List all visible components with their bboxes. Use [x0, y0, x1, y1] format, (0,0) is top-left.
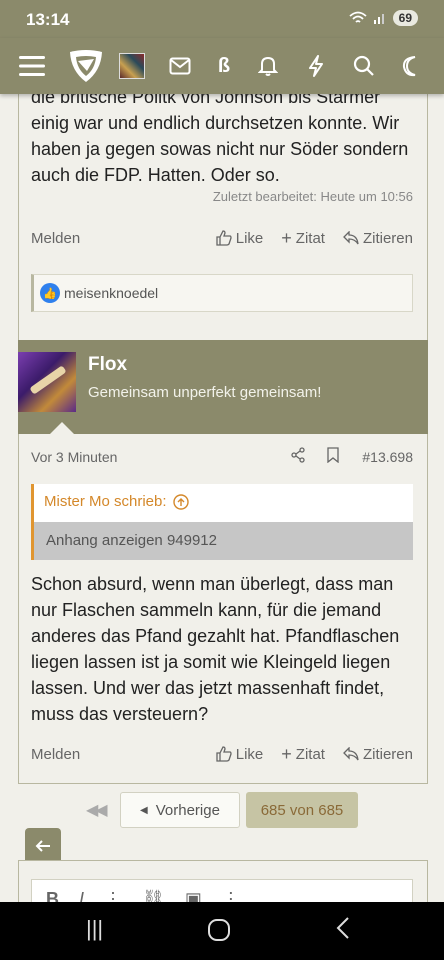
bell-icon[interactable]: [254, 52, 282, 80]
plus-icon: +: [281, 227, 292, 248]
top-navigation: ß: [0, 38, 444, 94]
reply-icon: [343, 747, 359, 761]
quote-author: Mister Mo schrieb:: [44, 493, 167, 510]
caret-left-icon: ◀: [140, 804, 148, 816]
site-logo[interactable]: [66, 46, 106, 86]
post-actions: Melden Like + Zitat Zitieren: [31, 226, 413, 250]
report-link[interactable]: Melden: [31, 230, 198, 247]
report-link[interactable]: Melden: [31, 746, 198, 763]
back-nav-icon[interactable]: [336, 916, 350, 946]
thumbs-up-icon: [216, 746, 232, 762]
post: Vor 3 Minuten #13.698 Mister Mo schrieb:…: [18, 434, 428, 784]
previous-label: Vorherige: [155, 801, 220, 819]
bookmark-icon[interactable]: [326, 446, 340, 468]
reply-label: Zitieren: [362, 229, 413, 247]
like-label: Like: [235, 745, 264, 763]
user-avatar[interactable]: [118, 52, 146, 80]
jump-up-icon: [172, 493, 189, 510]
more-icon[interactable]: ⋮: [104, 889, 122, 902]
menu-icon[interactable]: [18, 52, 46, 80]
bolt-icon[interactable]: [302, 52, 330, 80]
post-number[interactable]: #13.698: [362, 449, 413, 465]
first-page-icon[interactable]: ◀◀: [86, 800, 108, 820]
quote-label: Zitat: [295, 745, 325, 763]
previous-page-button[interactable]: ◀ Vorherige: [120, 792, 240, 828]
author-avatar[interactable]: [18, 352, 76, 412]
author-pointer: [50, 422, 74, 434]
arrow-left-icon: [35, 840, 50, 852]
image-icon[interactable]: ▣: [185, 889, 202, 902]
quote-label: Zitat: [295, 229, 325, 247]
author-name[interactable]: Flox: [88, 354, 127, 376]
share-icon[interactable]: [290, 446, 306, 468]
battery-indicator: 69: [392, 10, 418, 26]
more-options-icon[interactable]: ⋮: [222, 889, 240, 902]
current-page[interactable]: 685 von 685: [246, 792, 358, 828]
edit-note: Zuletzt bearbeitet: Heute um 10:56: [212, 189, 413, 204]
quote-button[interactable]: + Zitat: [281, 744, 325, 765]
post-text: Schon absurd, wenn man überlegt, dass ma…: [31, 574, 400, 724]
author-title: Gemeinsam unperfekt gemeinsam!: [88, 384, 322, 401]
status-time: 13:14: [26, 10, 70, 29]
reply-label: Zitieren: [362, 745, 413, 763]
post-author-block: Flox Gemeinsam unperfekt gemeinsam!: [18, 340, 428, 434]
post-time[interactable]: Vor 3 Minuten: [31, 449, 270, 465]
home-icon[interactable]: [207, 918, 231, 948]
plus-icon: +: [281, 743, 292, 764]
quote-button[interactable]: + Zitat: [281, 228, 325, 249]
reactions-bar[interactable]: 👍 meisenknoedel: [31, 274, 413, 312]
recent-apps-icon[interactable]: |||: [86, 916, 103, 942]
attachment-link[interactable]: Anhang anzeigen 949912: [34, 522, 413, 560]
like-reaction-icon: 👍: [40, 283, 60, 303]
wifi-icon: [349, 11, 367, 23]
reply-button[interactable]: Zitieren: [343, 746, 413, 763]
quote-header[interactable]: Mister Mo schrieb:: [44, 493, 189, 510]
eszett-icon[interactable]: ß: [210, 52, 238, 80]
reply-icon: [343, 231, 359, 245]
link-icon[interactable]: ⛓: [142, 889, 165, 902]
moon-icon[interactable]: [398, 52, 426, 80]
signal-icon: [373, 14, 384, 24]
post-actions: Melden Like + Zitat Zitieren: [31, 742, 413, 766]
status-bar: 13:14 69: [0, 0, 444, 38]
bold-icon[interactable]: B: [46, 889, 59, 902]
mail-icon[interactable]: [166, 52, 194, 80]
italic-icon[interactable]: I: [79, 889, 84, 902]
reply-editor: B I ⋮ ⛓ ▣ ⋮: [18, 860, 428, 902]
post-meta: Vor 3 Minuten #13.698: [31, 446, 413, 468]
like-button[interactable]: Like: [216, 745, 264, 763]
like-label: Like: [235, 229, 264, 247]
system-icons: 69: [349, 10, 418, 26]
back-button[interactable]: [25, 828, 61, 864]
previous-post-text: die britische Politk von Johnson bis Sta…: [31, 94, 409, 185]
thread-content: die britische Politk von Johnson bis Sta…: [0, 94, 444, 902]
reply-button[interactable]: Zitieren: [343, 230, 413, 247]
android-nav-bar: |||: [0, 902, 444, 960]
like-button[interactable]: Like: [216, 229, 264, 247]
quote-block: Mister Mo schrieb: Anhang anzeigen 94991…: [31, 484, 413, 560]
reaction-user[interactable]: meisenknoedel: [64, 285, 158, 301]
pagination: ◀◀ ◀ Vorherige 685 von 685: [0, 792, 444, 828]
editor-toolbar: B I ⋮ ⛓ ▣ ⋮: [31, 879, 413, 902]
thumbs-up-icon: [216, 230, 232, 246]
search-icon[interactable]: [350, 52, 378, 80]
